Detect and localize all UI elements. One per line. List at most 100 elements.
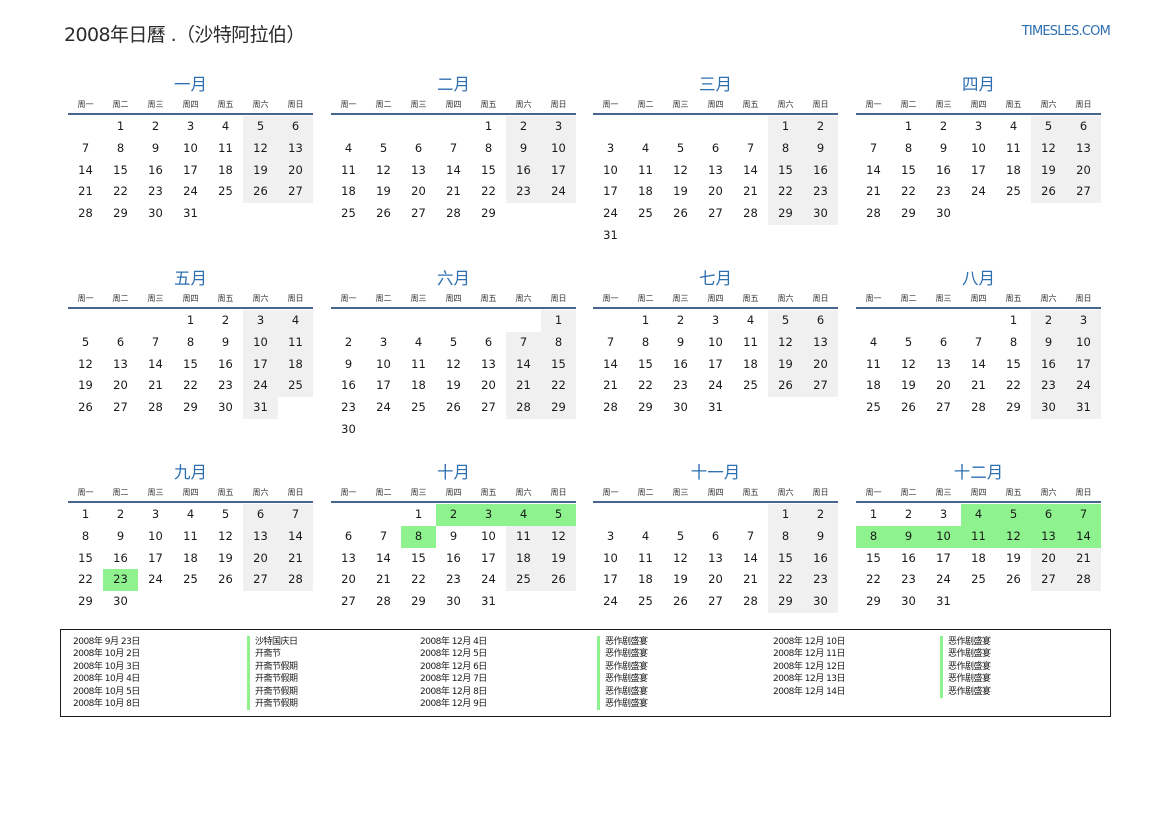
day-cell: 31 (481, 594, 496, 609)
holiday-day-cell: 23 (103, 569, 138, 592)
legend-date: 2008年 12月 11日 (773, 649, 846, 660)
day-cell: 12 (243, 137, 278, 160)
weekday-label: 周六 (1040, 100, 1057, 109)
day-cell: 15 (481, 162, 496, 177)
weekday-label: 周日 (287, 488, 304, 497)
day-cell: 23 (803, 569, 838, 592)
day-cell: 7 (746, 528, 755, 543)
day-cell: 4 (641, 140, 650, 155)
day-cell: 2 (221, 313, 230, 327)
day-cell: 23 (901, 572, 916, 587)
day-cell: 30 (901, 594, 916, 609)
weekday-label: 周六 (515, 100, 532, 109)
weekday-label: 周五 (217, 488, 234, 497)
day-cell: 24 (1066, 375, 1101, 398)
weekday-label: 周六 (252, 294, 269, 303)
month-title: 八月 (962, 269, 995, 288)
day-cell: 18 (341, 184, 356, 199)
month-block: 四月 周一 周二 周三 周四 周五 周六 周日 1 2 3 4 5 6 7 8 9 10 11 12 13 14 15 16 1… (856, 75, 1101, 225)
day-grid: 1 2 3 4 5 6 7 8 9 10 11 12 13 14 15 16 17 18 19 20 21 22 23 24 2… (856, 310, 1101, 419)
day-cell: 24 (936, 572, 951, 587)
day-cell: 30 (936, 206, 951, 221)
legend-names-col-2: 恶作剧盛宴 恶作剧盛宴 恶作剧盛宴 恶作剧盛宴 恶作剧盛宴 恶作剧盛宴 (597, 636, 648, 711)
day-cell: 17 (541, 159, 576, 182)
day-cell: 4 (1009, 119, 1018, 133)
legend-holiday-name: 开斋节 (247, 648, 298, 661)
day-cell: 15 (866, 550, 881, 565)
day-cell: 29 (1006, 400, 1021, 415)
weekday-label: 周六 (515, 294, 532, 303)
day-cell: 10 (481, 528, 496, 543)
legend-date: 2008年 12月 4日 (420, 637, 487, 647)
day-cell: 17 (936, 550, 951, 565)
legend-holiday-name: 开斋节假期 (247, 673, 298, 686)
day-cell: 7 (746, 140, 755, 155)
day-cell: 21 (743, 572, 758, 587)
day-cell: 10 (603, 162, 618, 177)
weekday-label: 周一 (602, 100, 619, 109)
day-cell: 25 (638, 594, 653, 609)
day-cell: 24 (148, 572, 163, 587)
day-cell: 21 (376, 572, 391, 587)
day-cell: 16 (148, 162, 163, 177)
day-cell: 17 (481, 550, 496, 565)
day-cell: 24 (603, 594, 618, 609)
day-cell: 23 (218, 378, 233, 393)
day-cell: 16 (218, 356, 233, 371)
holiday-day-cell: 6 (1031, 504, 1066, 526)
weekday-label: 周四 (182, 294, 199, 303)
day-cell: 12 (768, 331, 803, 354)
day-cell: 19 (541, 547, 576, 570)
day-cell: 12 (901, 356, 916, 371)
day-cell: 22 (481, 184, 496, 199)
day-cell: 13 (341, 550, 356, 565)
day-cell: 25 (1006, 184, 1021, 199)
day-cell: 15 (768, 159, 803, 182)
day-cell: 23 (446, 572, 461, 587)
day-cell: 22 (78, 572, 93, 587)
empty-cell (663, 116, 698, 138)
day-cell: 30 (673, 400, 688, 415)
day-cell: 3 (1066, 310, 1101, 332)
day-cell: 21 (278, 547, 313, 570)
day-cell: 5 (221, 507, 230, 521)
day-cell: 4 (869, 334, 878, 349)
day-cell: 9 (449, 528, 458, 543)
weekday-label: 周一 (865, 294, 882, 303)
empty-cell (366, 504, 401, 526)
day-grid: 1 2 3 4 5 6 7 8 9 10 11 12 13 14 15 16 17 18 19 20 21 22 23 24 2… (331, 504, 576, 613)
day-cell: 28 (446, 206, 461, 221)
day-cell: 23 (673, 378, 688, 393)
day-cell: 24 (183, 184, 198, 199)
weekday-label: 周一 (77, 294, 94, 303)
weekday-label: 周二 (112, 100, 129, 109)
day-cell: 1 (541, 310, 576, 332)
day-cell: 29 (866, 594, 881, 609)
legend-dates-col-1: 2008年 9月 23日 2008年 10月 2日 2008年 10月 3日 2008… (73, 636, 140, 710)
legend-date: 2008年 12月 12日 (773, 661, 846, 672)
day-cell: 10 (1066, 331, 1101, 354)
weekday-label: 周日 (812, 488, 829, 497)
day-cell: 28 (278, 569, 313, 592)
day-cell: 18 (278, 353, 313, 376)
weekday-label: 周三 (410, 100, 427, 109)
day-cell: 15 (78, 550, 93, 565)
day-cell: 26 (376, 206, 391, 221)
weekday-header: 周一 周二 周三 周四 周五 周六 周日 (331, 485, 576, 503)
day-cell: 12 (1031, 137, 1066, 160)
empty-cell (331, 310, 366, 332)
day-cell: 25 (743, 378, 758, 393)
day-cell: 10 (541, 137, 576, 160)
weekday-label: 周一 (865, 488, 882, 497)
day-cell: 30 (341, 421, 356, 436)
day-cell: 13 (278, 137, 313, 160)
day-cell: 6 (414, 140, 423, 155)
day-cell: 31 (708, 400, 723, 415)
day-cell: 30 (1031, 397, 1066, 419)
empty-cell (856, 310, 891, 332)
day-cell: 7 (278, 504, 313, 526)
day-cell: 13 (113, 356, 128, 371)
weekday-label: 周五 (742, 294, 759, 303)
day-grid: 1 2 3 4 5 6 7 8 9 10 11 12 13 14 15 16 17 18 19 20 21 22 23 24 2… (331, 116, 576, 225)
day-cell: 2 (344, 334, 353, 349)
